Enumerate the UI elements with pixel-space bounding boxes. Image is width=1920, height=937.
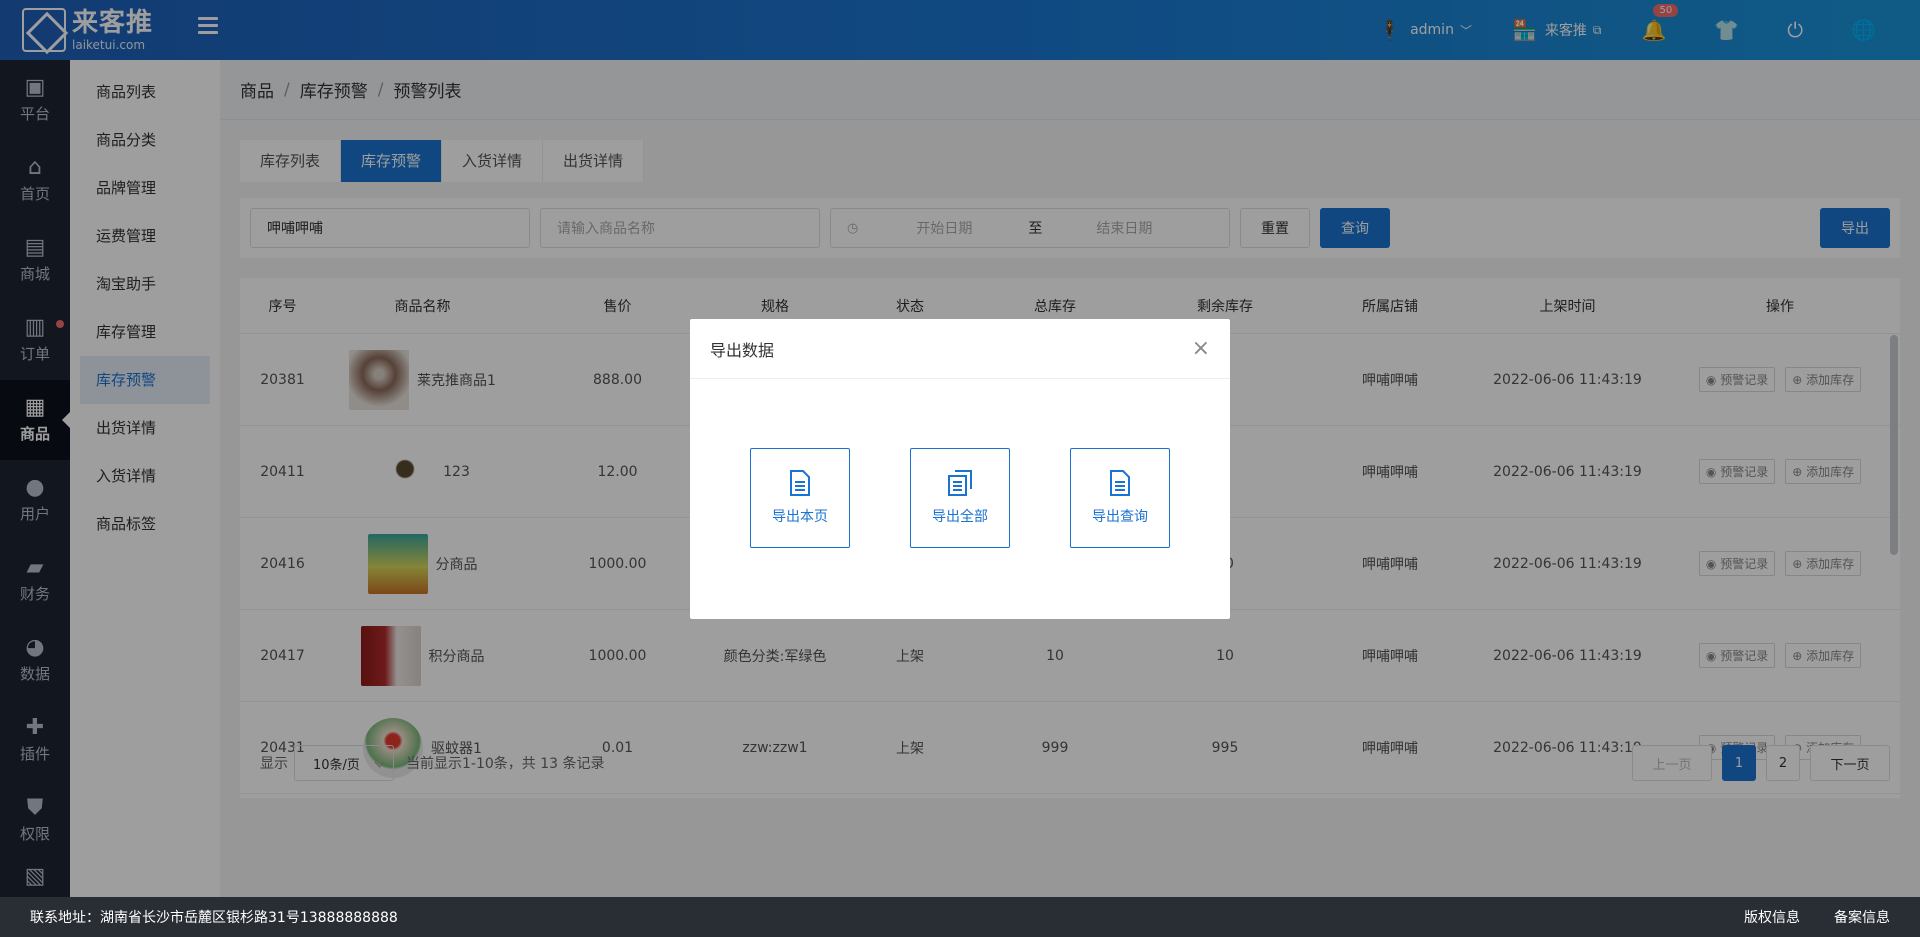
export-query-button[interactable]: 导出查询: [1070, 448, 1170, 548]
contact-address: 联系地址：湖南省长沙市岳麓区银杉路31号13888888888: [30, 910, 398, 926]
export-option-label: 导出全部: [932, 509, 988, 525]
copyright-link[interactable]: 版权信息: [1744, 907, 1800, 927]
export-current-page-button[interactable]: 导出本页: [750, 448, 850, 548]
export-dialog: 导出数据 × 导出本页 导出全部 导出查询: [690, 319, 1230, 619]
document-icon: [790, 470, 810, 496]
dialog-title: 导出数据: [710, 340, 775, 360]
icp-link[interactable]: 备案信息: [1834, 907, 1890, 927]
export-option-label: 导出查询: [1092, 509, 1148, 525]
footer: 联系地址：湖南省长沙市岳麓区银杉路31号13888888888 版权信息 备案信…: [0, 897, 1920, 937]
export-all-button[interactable]: 导出全部: [910, 448, 1010, 548]
copy-documents-icon: [948, 470, 972, 496]
export-option-label: 导出本页: [772, 509, 828, 525]
close-icon[interactable]: ×: [1192, 337, 1210, 360]
document-icon: [1110, 470, 1130, 496]
